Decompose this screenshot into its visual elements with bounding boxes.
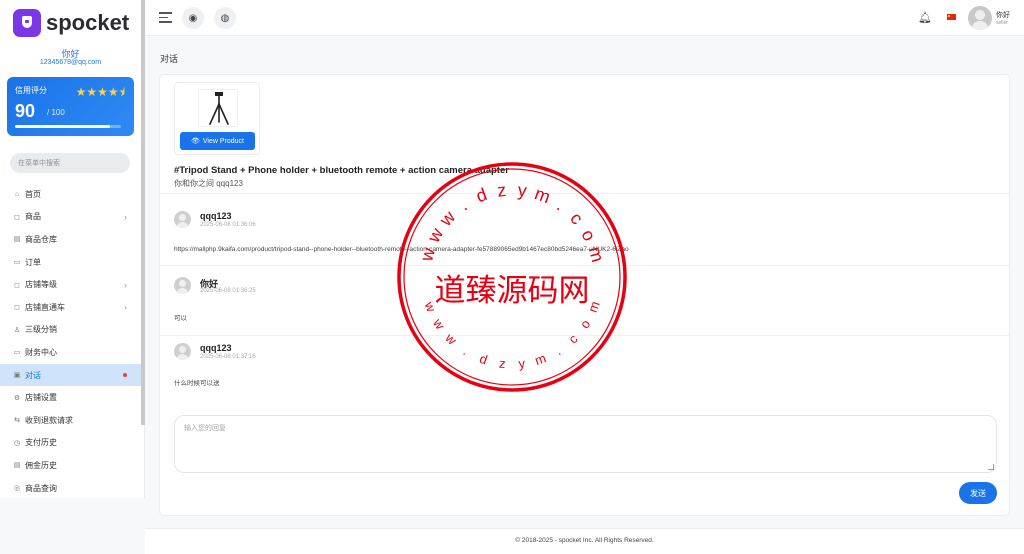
view-product-label: View Product: [202, 137, 244, 145]
sidebar-item-label: 店铺直通车: [25, 302, 65, 312]
avatar: [174, 211, 191, 228]
sidebar-item[interactable]: ▭ 财务中心: [0, 341, 141, 364]
unread-dot: [123, 372, 127, 377]
sidebar-item[interactable]: ▤ 商品仓库: [0, 228, 141, 251]
product-image[interactable]: [198, 89, 238, 127]
sidebar-item[interactable]: ⇆ 收到退款请求: [0, 409, 141, 432]
shop-promo-icon: ◻: [14, 304, 20, 312]
avatar: [174, 343, 191, 360]
credit-score-card: 信用评分 ★★★★⯨ 90 / 100: [7, 77, 134, 136]
page-title: 对话: [160, 54, 179, 64]
sidebar-scrollbar[interactable]: [141, 0, 145, 425]
palette-icon[interactable]: ◍: [214, 7, 236, 29]
divider: [160, 335, 1009, 336]
order-icon: ▭: [13, 259, 21, 267]
sidebar-item[interactable]: ⌂ 首页: [0, 183, 141, 206]
sidebar-menu: ⌂ 首页 ◻ 商品 › ▤ 商品仓库 ▭ 订单 ◻ 店铺等级 › ◻ 店铺直通车 › ♙ 三级分销 ▭ 财务中心 ▣ 对…: [0, 183, 141, 499]
eye-icon: 👁︎: [190, 138, 200, 145]
sidebar-item[interactable]: ▭ 订单: [0, 251, 141, 274]
conversation-participants: 你和你之间 qqq123: [174, 179, 243, 188]
home-icon: ⌂: [14, 190, 20, 198]
sidebar-item-label: 订单: [25, 257, 41, 267]
resize-handle-icon[interactable]: [988, 464, 994, 470]
sidebar-item[interactable]: ♙ 三级分销: [0, 319, 141, 342]
sidebar-item[interactable]: ▤ 佣金历史: [0, 454, 141, 477]
menu-search-input[interactable]: 在菜单中搜索: [10, 153, 130, 173]
sidebar-item-label: 首页: [25, 189, 41, 199]
globe-icon[interactable]: ◉: [182, 7, 204, 29]
chevron-right-icon: ›: [124, 279, 127, 290]
query-icon: ◎: [13, 485, 21, 493]
user-email: 12345678@qq.com: [39, 59, 102, 66]
credit-progress-fill: [15, 125, 111, 128]
sidebar-item[interactable]: ◻ 店铺直通车 ›: [0, 296, 141, 319]
sidebar-item-label: 支付历史: [25, 438, 57, 448]
people-icon: ♙: [13, 326, 21, 334]
message-sender: qqq123: [200, 343, 232, 353]
sidebar-item[interactable]: ▣ 对话: [0, 363, 141, 387]
sidebar-item-label: 商品仓库: [25, 234, 57, 244]
avatar[interactable]: [968, 6, 992, 30]
copyright-text: © 2018-2025 - spocket Inc. All Rights Re…: [515, 537, 654, 544]
commission-icon: ▤: [13, 462, 21, 470]
warehouse-icon: ▤: [13, 236, 21, 244]
sidebar-item-label: 商品查询: [25, 483, 57, 493]
conversation-panel: 👁︎ View Product #Tripod Stand + Phone ho…: [159, 74, 1010, 516]
send-button[interactable]: 发送: [959, 482, 997, 504]
menu-toggle-icon[interactable]: [159, 12, 172, 23]
logo[interactable]: spocket: [13, 9, 129, 37]
sidebar-item[interactable]: ◷ 支付历史: [0, 432, 141, 455]
logo-text: spocket: [46, 10, 130, 35]
sidebar-item-label: 店铺等级: [25, 280, 57, 290]
sidebar: spocket 你好 12345678@qq.com 信用评分 ★★★★⯨ 90…: [0, 0, 145, 498]
credit-score: 90: [15, 101, 36, 121]
sidebar-item-label: 收到退款请求: [25, 415, 73, 425]
finance-icon: ▭: [13, 349, 21, 357]
chevron-right-icon: ›: [124, 302, 127, 313]
chat-icon: ▣: [13, 372, 21, 380]
reply-placeholder: 输入您的回复: [184, 425, 226, 432]
rating-stars: ★★★★⯨: [75, 85, 125, 99]
message-text: 什么时候可以送: [174, 380, 220, 387]
credit-progress-bar: [15, 125, 121, 128]
footer: © 2018-2025 - spocket Inc. All Rights Re…: [145, 528, 1024, 554]
settings-icon: ⚙: [13, 394, 21, 402]
message-time: 2025-06-08 01:36:25: [200, 288, 256, 294]
sidebar-item[interactable]: ◻ 店铺等级 ›: [0, 273, 141, 296]
sidebar-item[interactable]: ◎ 商品查询: [0, 477, 141, 500]
flag-cn-icon[interactable]: [947, 14, 956, 20]
view-product-button[interactable]: 👁︎ View Product: [180, 132, 255, 150]
chevron-right-icon: ›: [124, 211, 127, 222]
logo-icon: [13, 9, 41, 37]
sidebar-item-label: 财务中心: [25, 347, 57, 357]
refund-icon: ⇆: [14, 417, 20, 425]
message-sender: qqq123: [200, 211, 232, 221]
message-text: 可以: [174, 315, 187, 322]
divider: [160, 193, 1009, 194]
top-header: ◉ ◍ 🔔︎ 你好 seller: [145, 0, 1024, 36]
message-text[interactable]: https://mallphp.9kaifa.com/product/tripo…: [174, 246, 629, 253]
sidebar-item-label: 三级分销: [25, 325, 57, 335]
sidebar-item[interactable]: ⚙ 店铺设置: [0, 386, 141, 409]
shop-level-icon: ◻: [14, 281, 20, 289]
avatar: [174, 277, 191, 294]
message-time: 2025-06-08 01:37:16: [200, 354, 256, 360]
header-user-role: seller: [996, 20, 1008, 26]
sidebar-item-label: 商品: [25, 212, 41, 222]
sidebar-item-label: 佣金历史: [25, 460, 57, 470]
product-card: 👁︎ View Product: [174, 82, 260, 155]
sidebar-item-label: 对话: [25, 370, 41, 380]
sidebar-item-label: 店铺设置: [25, 393, 57, 403]
payment-icon: ◷: [13, 439, 21, 447]
divider: [160, 265, 1009, 266]
credit-max: / 100: [47, 108, 65, 117]
bell-icon[interactable]: 🔔︎: [918, 11, 932, 24]
header-user-name[interactable]: 你好: [996, 10, 1010, 20]
message-time: 2025-06-08 01:36:06: [200, 222, 256, 228]
product-title: #Tripod Stand + Phone holder + bluetooth…: [174, 165, 509, 176]
reply-textarea[interactable]: 输入您的回复: [174, 415, 997, 473]
bag-icon: ◻: [14, 213, 20, 221]
sidebar-item[interactable]: ◻ 商品 ›: [0, 206, 141, 229]
